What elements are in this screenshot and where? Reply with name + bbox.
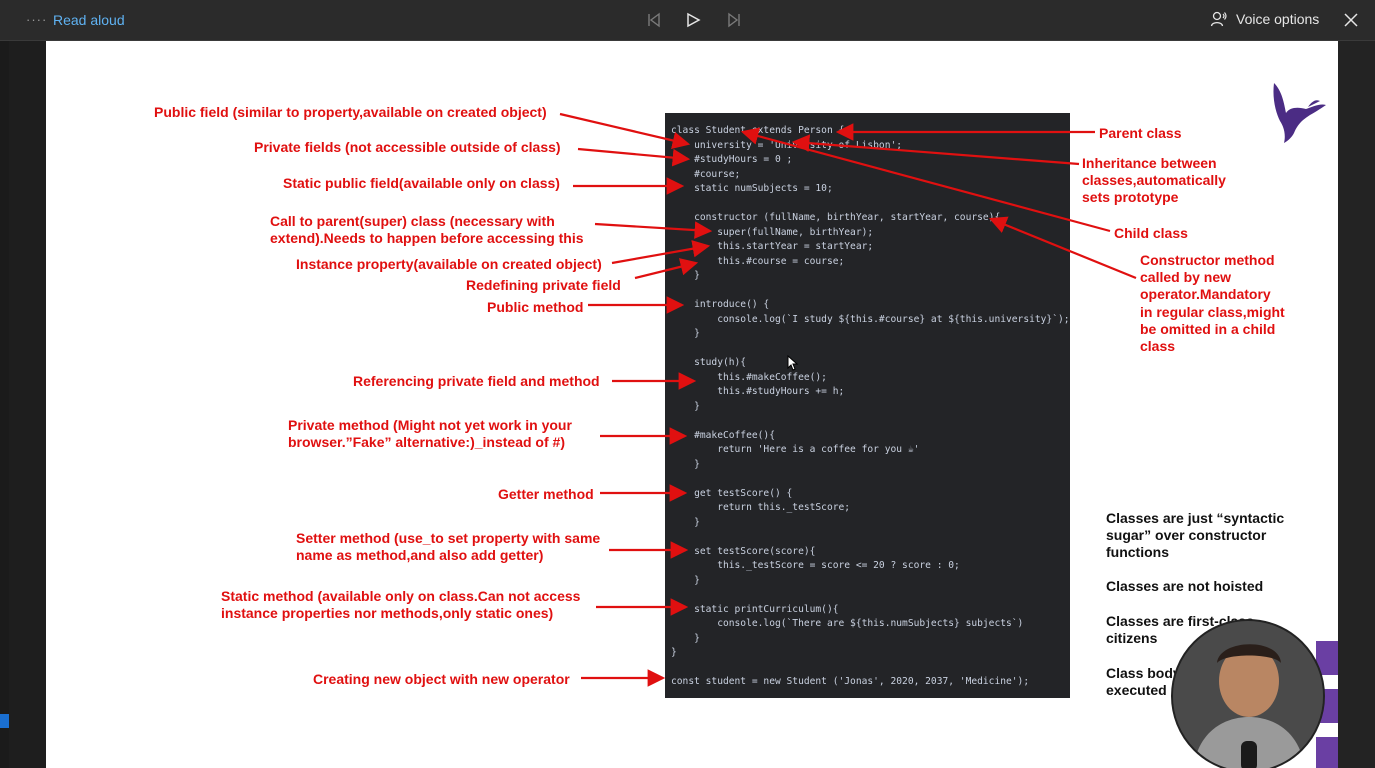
skip-previous-icon — [648, 12, 660, 28]
annotation-setter-method-line2: name as method,and also add getter) — [296, 547, 544, 563]
annotation-parent-class: Parent class — [1099, 125, 1182, 141]
annotation-public-field: Public field (similar to property,availa… — [154, 104, 547, 120]
presenter-webcam — [1171, 619, 1325, 768]
annotation-private-method-line1: Private method (Might not yet work in yo… — [288, 417, 572, 433]
annotation-static-public-field: Static public field(available only on cl… — [283, 175, 560, 191]
mouse-cursor-icon — [787, 355, 799, 371]
annotation-setter-method-line1: Setter method (use_to set property with … — [296, 530, 601, 546]
annotation-inheritance-line2: classes,automatically — [1082, 172, 1226, 188]
annotation-private-fields: Private fields (not accessible outside o… — [254, 139, 561, 155]
annotation-constructor-line1: Constructor method — [1140, 252, 1275, 268]
annotation-constructor-line6: class — [1140, 338, 1176, 354]
annotation-constructor-line3: operator.Mandatory — [1140, 286, 1271, 302]
presenter-avatar-icon — [1173, 621, 1323, 768]
info-note-first-class-line2: citizens — [1106, 630, 1158, 646]
annotation-instance-property: Instance property(available on created o… — [296, 256, 602, 272]
annotation-inheritance-line1: Inheritance between — [1082, 155, 1217, 171]
info-note-syntactic-sugar-line1: Classes are just “syntactic — [1106, 510, 1285, 526]
accent-bar — [1316, 737, 1338, 768]
read-aloud-title: Read aloud — [53, 12, 125, 28]
annotation-redefining-private-field: Redefining private field — [466, 277, 621, 293]
play-button[interactable] — [681, 8, 705, 32]
annotation-getter-method: Getter method — [498, 486, 594, 502]
toolbar-menu-dots[interactable]: ···· — [26, 12, 47, 27]
info-note-body-executed-line2: executed — [1106, 682, 1167, 698]
play-icon — [687, 12, 701, 28]
info-note-syntactic-sugar-line2: sugar” over constructor — [1106, 527, 1267, 543]
annotation-child-class: Child class — [1114, 225, 1188, 241]
annotation-public-method: Public method — [487, 299, 584, 315]
previous-button[interactable] — [642, 8, 666, 32]
slide-content: class Student extends Person { universit… — [46, 41, 1338, 768]
annotation-constructor-line4: in regular class,might — [1140, 304, 1285, 320]
skip-next-icon — [728, 12, 740, 28]
left-edge-indicator — [0, 714, 9, 728]
info-note-body-executed-line1: Class body — [1106, 665, 1181, 681]
annotation-inheritance-line3: sets prototype — [1082, 189, 1179, 205]
voice-icon — [1210, 11, 1227, 27]
annotation-super-call-line1: Call to parent(super) class (necessary w… — [270, 213, 555, 229]
annotation-super-call-line2: extend).Needs to happen before accessing… — [270, 230, 584, 246]
close-button[interactable] — [1340, 9, 1362, 31]
annotation-arrows — [559, 112, 1137, 687]
bird-logo-icon — [1273, 83, 1326, 143]
annotation-constructor-line2: called by new — [1140, 269, 1232, 285]
annotation-private-method-line2: browser.”Fake” alternative:)_instead of … — [288, 434, 565, 450]
left-edge-strip — [0, 41, 9, 768]
info-note-syntactic-sugar-line3: functions — [1106, 544, 1169, 560]
annotation-new-object: Creating new object with new operator — [313, 671, 570, 687]
close-icon — [1344, 13, 1358, 27]
voice-options-button[interactable]: Voice options — [1210, 10, 1319, 28]
read-aloud-toolbar: ···· Read aloud Voice options — [0, 0, 1375, 41]
info-note-not-hoisted: Classes are not hoisted — [1106, 578, 1264, 594]
annotation-static-method-line2: instance properties nor methods,only sta… — [221, 605, 554, 621]
annotation-referencing-private: Referencing private field and method — [353, 373, 600, 389]
right-edge-strip — [1338, 41, 1375, 768]
annotation-static-method-line1: Static method (available only on class.C… — [221, 588, 581, 604]
annotation-constructor-line5: be omitted in a child — [1140, 321, 1276, 337]
next-button[interactable] — [722, 8, 746, 32]
voice-options-label: Voice options — [1236, 11, 1320, 27]
